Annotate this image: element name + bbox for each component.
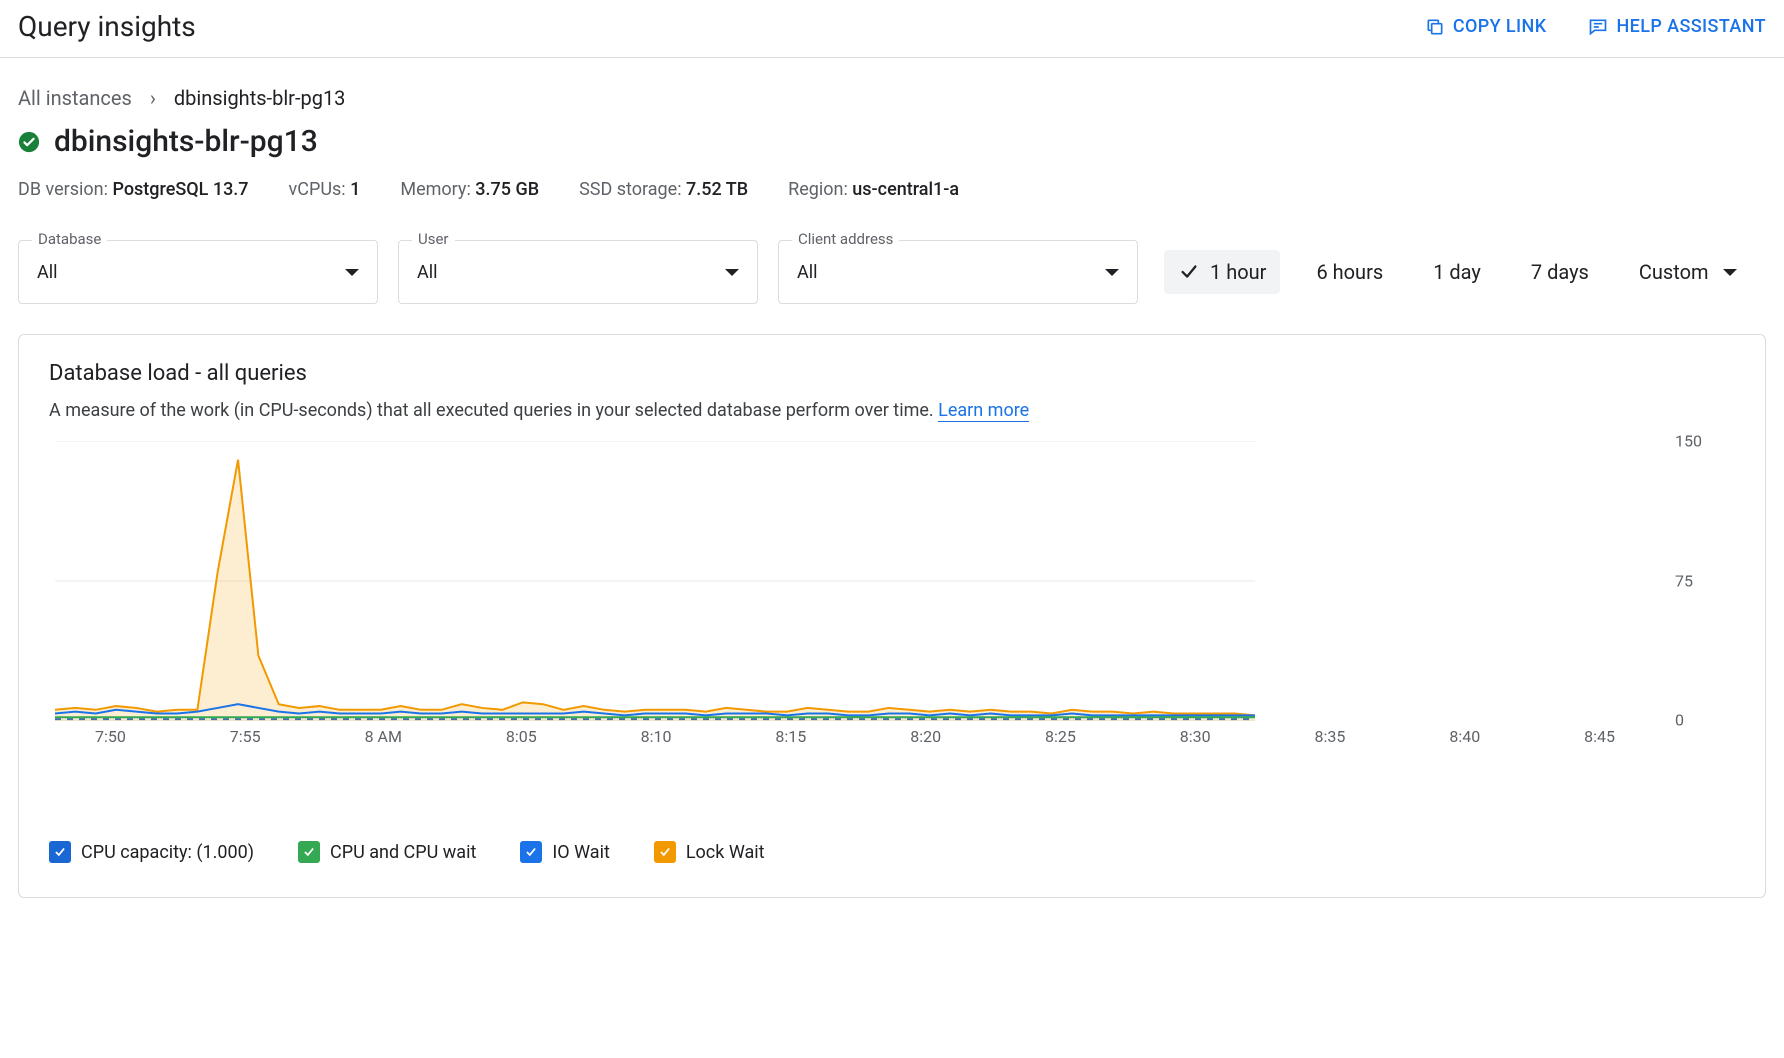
y-tick: 150 bbox=[1675, 432, 1702, 451]
breadcrumb-current: dbinsights-blr-pg13 bbox=[174, 86, 346, 110]
database-select-value: All bbox=[37, 262, 58, 283]
breadcrumb: All instances › dbinsights-blr-pg13 bbox=[18, 86, 1766, 110]
range-7days[interactable]: 7 days bbox=[1517, 250, 1603, 294]
x-tick: 8:40 bbox=[1449, 727, 1480, 746]
time-range-picker: 1 hour 6 hours 1 day 7 days Custom bbox=[1164, 240, 1751, 304]
copy-icon bbox=[1425, 17, 1445, 37]
legend-cpu-wait-label: CPU and CPU wait bbox=[330, 842, 476, 863]
x-tick: 8:30 bbox=[1180, 727, 1211, 746]
chevron-right-icon: › bbox=[150, 86, 156, 110]
page-title: Query insights bbox=[18, 10, 196, 43]
user-select-label: User bbox=[412, 230, 455, 248]
copy-link-label: COPY LINK bbox=[1453, 16, 1547, 37]
user-select-value: All bbox=[417, 262, 438, 283]
x-tick: 7:55 bbox=[230, 727, 261, 746]
user-select[interactable]: User All bbox=[398, 240, 758, 304]
range-1hour-label: 1 hour bbox=[1210, 260, 1266, 284]
region-label: Region: bbox=[788, 179, 848, 200]
x-tick: 8:15 bbox=[775, 727, 806, 746]
database-select[interactable]: Database All bbox=[18, 240, 378, 304]
range-1day[interactable]: 1 day bbox=[1419, 250, 1495, 294]
range-custom-label: Custom bbox=[1639, 260, 1709, 284]
client-address-select-label: Client address bbox=[792, 230, 899, 248]
chart-x-axis: 7:50 7:55 8 AM 8:05 8:10 8:15 8:20 8:25 8:30 8:35… bbox=[55, 727, 1655, 746]
range-1hour[interactable]: 1 hour bbox=[1164, 250, 1280, 294]
copy-link-button[interactable]: COPY LINK bbox=[1425, 16, 1547, 37]
database-load-card: Database load - all queries A measure of… bbox=[18, 334, 1766, 898]
range-6hours[interactable]: 6 hours bbox=[1302, 250, 1397, 294]
chevron-down-icon bbox=[1105, 269, 1119, 276]
check-icon bbox=[302, 845, 316, 859]
memory-label: Memory: bbox=[400, 179, 470, 200]
chart-y-axis: 150 75 0 bbox=[1665, 441, 1735, 721]
instance-meta: DB version: PostgreSQL 13.7 vCPUs: 1 Mem… bbox=[18, 179, 1766, 200]
client-address-select-value: All bbox=[797, 262, 818, 283]
database-load-chart: 150 75 0 7:50 7:55 8 AM 8:05 8:10 8:15 8:20 8:2… bbox=[49, 441, 1735, 771]
instance-name: dbinsights-blr-pg13 bbox=[54, 124, 318, 159]
memory-value: 3.75 GB bbox=[475, 179, 539, 200]
legend-io-wait[interactable]: IO Wait bbox=[520, 841, 609, 863]
range-custom[interactable]: Custom bbox=[1625, 250, 1751, 294]
chart-svg bbox=[55, 441, 1255, 721]
check-icon bbox=[53, 845, 67, 859]
x-tick: 7:50 bbox=[95, 727, 126, 746]
y-tick: 75 bbox=[1675, 572, 1693, 591]
range-7days-label: 7 days bbox=[1531, 260, 1589, 284]
check-icon bbox=[658, 845, 672, 859]
legend-cpu-wait[interactable]: CPU and CPU wait bbox=[298, 841, 476, 863]
help-assistant-label: HELP ASSISTANT bbox=[1616, 16, 1766, 37]
vcpus-value: 1 bbox=[350, 179, 360, 200]
learn-more-link[interactable]: Learn more bbox=[938, 400, 1029, 422]
vcpus-label: vCPUs: bbox=[289, 179, 346, 200]
region-value: us-central1-a bbox=[852, 179, 959, 200]
db-version-label: DB version: bbox=[18, 179, 108, 200]
card-title: Database load - all queries bbox=[49, 361, 1735, 386]
chevron-down-icon bbox=[345, 269, 359, 276]
database-select-label: Database bbox=[32, 230, 107, 248]
client-address-select[interactable]: Client address All bbox=[778, 240, 1138, 304]
storage-value: 7.52 TB bbox=[686, 179, 748, 200]
x-tick: 8:35 bbox=[1315, 727, 1346, 746]
x-tick: 8 AM bbox=[365, 727, 402, 746]
chat-icon bbox=[1588, 17, 1608, 37]
range-6hours-label: 6 hours bbox=[1316, 260, 1383, 284]
check-icon bbox=[524, 845, 538, 859]
x-tick: 8:45 bbox=[1584, 727, 1615, 746]
x-tick: 8:10 bbox=[641, 727, 672, 746]
status-ok-icon bbox=[18, 131, 40, 153]
breadcrumb-root[interactable]: All instances bbox=[18, 86, 132, 110]
db-version-value: PostgreSQL 13.7 bbox=[112, 179, 248, 200]
x-tick: 8:05 bbox=[506, 727, 537, 746]
legend-cpu-capacity[interactable]: CPU capacity: (1.000) bbox=[49, 841, 254, 863]
chevron-down-icon bbox=[1723, 269, 1737, 276]
storage-label: SSD storage: bbox=[579, 179, 681, 200]
x-tick: 8:25 bbox=[1045, 727, 1076, 746]
x-tick: 8:20 bbox=[910, 727, 941, 746]
card-description: A measure of the work (in CPU-seconds) t… bbox=[49, 400, 1735, 421]
chart-legend: CPU capacity: (1.000) CPU and CPU wait I… bbox=[49, 841, 1735, 863]
top-bar: Query insights COPY LINK HELP ASSISTANT bbox=[0, 0, 1784, 58]
card-description-text: A measure of the work (in CPU-seconds) t… bbox=[49, 400, 938, 421]
help-assistant-button[interactable]: HELP ASSISTANT bbox=[1588, 16, 1766, 37]
legend-lock-wait[interactable]: Lock Wait bbox=[654, 841, 765, 863]
y-tick: 0 bbox=[1675, 711, 1684, 730]
legend-io-wait-label: IO Wait bbox=[552, 842, 609, 863]
legend-lock-wait-label: Lock Wait bbox=[686, 842, 765, 863]
range-1day-label: 1 day bbox=[1433, 260, 1481, 284]
chevron-down-icon bbox=[725, 269, 739, 276]
legend-cpu-capacity-label: CPU capacity: (1.000) bbox=[81, 842, 254, 863]
check-icon bbox=[1178, 261, 1200, 283]
